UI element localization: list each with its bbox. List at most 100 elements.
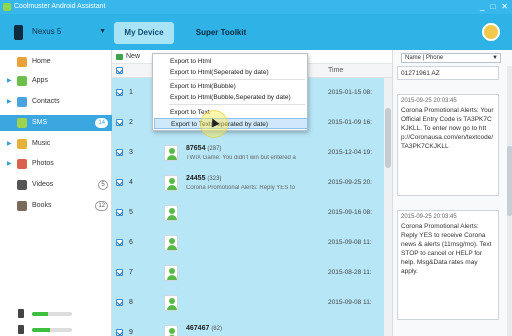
user-icon[interactable] xyxy=(482,23,500,41)
minimize-button[interactable]: _ xyxy=(480,0,484,14)
contact-avatar-icon xyxy=(164,325,178,336)
search-filter-select[interactable]: Name | Phone ▼ xyxy=(401,53,501,63)
storage-fill xyxy=(32,312,48,316)
tab-my-device[interactable]: My Device xyxy=(114,22,174,44)
message-bubble: 2015-09-25 20:03:45 Corona Promotional A… xyxy=(397,210,499,320)
count-badge: 12 xyxy=(95,201,108,211)
contact-avatar-icon xyxy=(164,175,178,191)
row-checkbox[interactable] xyxy=(116,209,123,216)
menu-item-export-html[interactable]: Export to Html xyxy=(154,56,308,67)
time-column-header[interactable]: Time xyxy=(328,64,343,78)
contact-avatar-icon xyxy=(164,145,178,161)
row-checkbox[interactable] xyxy=(116,119,123,126)
menu-item-export-html-bubble[interactable]: Export to Html(Bubble) xyxy=(154,81,308,92)
device-selector[interactable]: Nexus 5 ▼ xyxy=(12,23,108,41)
contact-name: 87654 xyxy=(186,145,206,152)
tab-super-toolkit[interactable]: Super Toolkit xyxy=(186,22,256,44)
sidebar-item-apps[interactable]: ▶ Apps xyxy=(0,73,112,89)
expand-arrow-icon[interactable]: ▶ xyxy=(7,156,12,172)
contact-number: 467467 (82) xyxy=(186,325,222,332)
sidebar-item-music[interactable]: ▶ Music xyxy=(0,136,112,152)
sidebar-item-label: Apps xyxy=(32,77,48,84)
close-button[interactable]: ✕ xyxy=(501,0,508,14)
detail-scrollbar[interactable] xyxy=(507,66,512,336)
message-preview: TWIX Game: You didn't win but entered a xyxy=(186,155,296,161)
menu-item-export-html-bubble-by-date[interactable]: Export to Html(Bubble,Seperated by date) xyxy=(154,92,308,103)
window-controls: _ □ ✕ xyxy=(480,0,508,14)
contact-name: 24455 xyxy=(186,175,206,182)
contact-avatar-icon xyxy=(164,235,178,251)
phone-storage xyxy=(18,309,88,318)
row-time: 2015-09-16 08: xyxy=(328,209,373,216)
row-time: 2015-12-04 19: xyxy=(328,149,373,156)
table-row[interactable]: 8 2015-09-08 11: xyxy=(112,288,384,319)
device-name: Nexus 5 xyxy=(32,27,62,36)
row-checkbox[interactable] xyxy=(116,269,123,276)
scrollbar-thumb[interactable] xyxy=(385,108,391,168)
sd-card-icon xyxy=(18,325,24,334)
expand-arrow-icon[interactable]: ▶ xyxy=(7,94,12,110)
storage-bar xyxy=(32,328,72,332)
row-time: 2015-01-09 16: xyxy=(328,119,373,126)
scrollbar-thumb[interactable] xyxy=(507,146,512,216)
table-row[interactable]: 3 87654 (287) TWIX Game: You didn't win bu… xyxy=(112,138,384,169)
top-bar: Nexus 5 ▼ My Device Super Toolkit xyxy=(0,14,512,50)
menu-divider xyxy=(169,79,305,80)
count-badge: 5 xyxy=(98,180,108,190)
row-checkbox[interactable] xyxy=(116,89,123,96)
table-row[interactable]: 6 2015-09-08 11: xyxy=(112,228,384,259)
contact-number: 87654 (287) xyxy=(186,145,221,152)
message-text: Corona Promotional Alerts: Reply YES to … xyxy=(401,223,492,275)
menu-divider xyxy=(169,104,305,105)
row-checkbox[interactable] xyxy=(116,179,123,186)
row-number: 5 xyxy=(129,209,133,216)
message-count: (287) xyxy=(207,146,222,152)
sidebar-item-label: Music xyxy=(32,140,51,147)
message-preview: Corona Promotional Alerts: Reply YES to xyxy=(186,185,295,191)
sidebar-item-books[interactable]: Books 12 xyxy=(0,198,112,214)
window-title: Coolmuster Android Assistant xyxy=(14,3,106,10)
sidebar-item-sms[interactable]: SMS 14 xyxy=(0,115,112,131)
select-all-checkbox[interactable] xyxy=(116,67,123,74)
app-logo-icon xyxy=(3,3,11,11)
message-text: 01271961 AZ xyxy=(401,70,440,77)
row-checkbox[interactable] xyxy=(116,149,123,156)
row-checkbox[interactable] xyxy=(116,239,123,246)
expand-arrow-icon[interactable]: ▶ xyxy=(7,136,12,152)
list-scrollbar[interactable] xyxy=(384,78,392,336)
row-time: 2015-01-15 08: xyxy=(328,89,373,96)
menu-item-export-text-by-date[interactable]: Export to Text(Seperated by date) xyxy=(154,118,308,129)
new-button[interactable]: New xyxy=(116,52,140,62)
sidebar-item-contacts[interactable]: ▶ Contacts xyxy=(0,94,112,110)
contact-avatar-icon xyxy=(164,265,178,281)
message-count: (323) xyxy=(207,176,222,182)
sms-icon xyxy=(17,118,27,128)
table-row[interactable]: 5 2015-09-16 08: xyxy=(112,198,384,229)
table-row[interactable]: 9 467467 (82) xyxy=(112,318,384,336)
sidebar-item-videos[interactable]: Videos 5 xyxy=(0,177,112,193)
search-filter-value: Name | Phone xyxy=(405,55,444,61)
title-bar: Coolmuster Android Assistant _ □ ✕ xyxy=(0,0,512,14)
books-icon xyxy=(17,201,27,211)
row-checkbox[interactable] xyxy=(116,299,123,306)
row-checkbox[interactable] xyxy=(116,329,123,336)
menu-item-export-html-by-date[interactable]: Export to Html(Seperated by date) xyxy=(154,67,308,78)
storage-fill xyxy=(32,328,50,332)
sidebar-item-home[interactable]: Home xyxy=(0,54,112,70)
table-row[interactable]: 4 24455 (323) Corona Promotional Alerts: R… xyxy=(112,168,384,199)
row-number: 4 xyxy=(129,179,133,186)
row-number: 6 xyxy=(129,239,133,246)
menu-item-export-text[interactable]: Export to Text xyxy=(154,107,308,118)
table-row[interactable]: 7 2015-08-28 11: xyxy=(112,258,384,289)
chevron-down-icon: ▼ xyxy=(492,55,498,61)
message-bubble: 01271961 AZ xyxy=(397,66,499,80)
sidebar-item-photos[interactable]: ▶ Photos xyxy=(0,156,112,172)
music-icon xyxy=(17,139,27,149)
sidebar-item-label: Contacts xyxy=(32,98,60,105)
row-number: 7 xyxy=(129,269,133,276)
phone-icon xyxy=(14,25,23,40)
expand-arrow-icon[interactable]: ▶ xyxy=(7,73,12,89)
contact-avatar-icon xyxy=(164,205,178,221)
count-badge: 14 xyxy=(95,118,108,128)
maximize-button[interactable]: □ xyxy=(490,0,495,14)
